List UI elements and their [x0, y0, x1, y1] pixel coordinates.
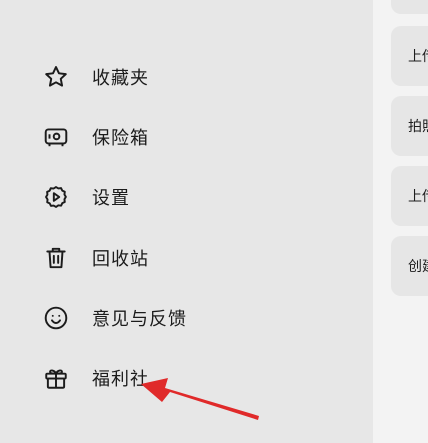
menu-item-label: 设置 — [92, 188, 130, 209]
star-icon — [42, 63, 70, 91]
side-drawer: 收藏夹 保险箱 设置 回收站 意见与反馈 福利社 — [0, 0, 373, 443]
card-label: 创建 — [408, 259, 428, 275]
menu-item-label: 收藏夹 — [92, 68, 149, 89]
menu-item-label: 福利社 — [92, 369, 149, 390]
gift-icon — [42, 364, 70, 392]
action-card[interactable]: 上传 — [391, 166, 428, 226]
safe-icon — [42, 123, 70, 151]
trash-icon — [42, 244, 70, 272]
menu-item-recycle-bin[interactable]: 回收站 — [42, 238, 149, 278]
card-label: 拍照 — [408, 119, 428, 135]
menu-item-label: 意见与反馈 — [92, 309, 187, 330]
gear-icon — [42, 183, 70, 211]
card-label: 上传 — [408, 189, 428, 205]
action-card[interactable]: 创建 — [391, 236, 428, 296]
right-pane: 上传 拍照 上传 创建 — [373, 0, 428, 443]
menu-item-label: 回收站 — [92, 249, 149, 270]
card-label: 上传 — [408, 49, 428, 65]
menu-item-label: 保险箱 — [92, 128, 149, 149]
menu-item-welfare[interactable]: 福利社 — [42, 358, 149, 398]
menu-item-settings[interactable]: 设置 — [42, 177, 130, 217]
menu-item-favorites[interactable]: 收藏夹 — [42, 57, 149, 97]
action-card[interactable] — [391, 0, 428, 14]
action-card[interactable]: 上传 — [391, 26, 428, 86]
menu-item-safe[interactable]: 保险箱 — [42, 117, 149, 157]
smiley-icon — [42, 304, 70, 332]
action-card[interactable]: 拍照 — [391, 96, 428, 156]
menu-item-feedback[interactable]: 意见与反馈 — [42, 298, 187, 338]
